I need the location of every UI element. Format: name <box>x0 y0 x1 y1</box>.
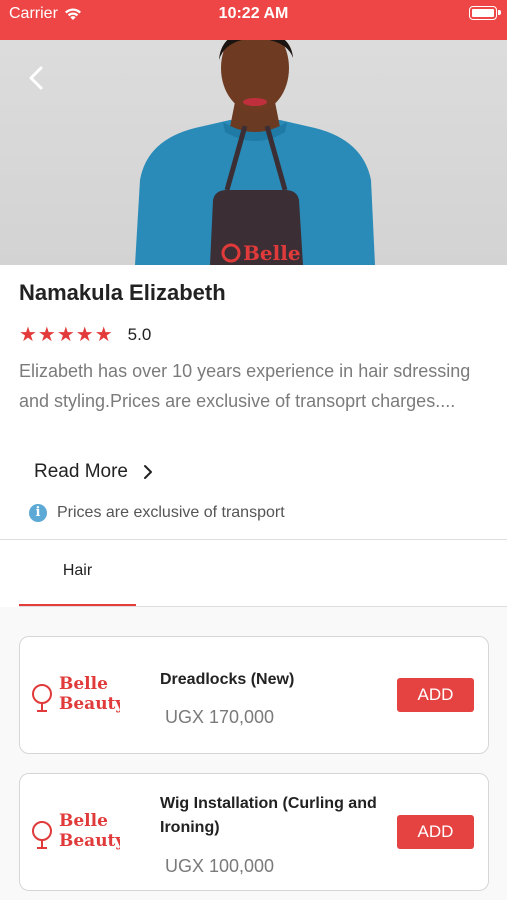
read-more-label: Read More <box>34 461 128 482</box>
stylist-name: Namakula Elizabeth <box>19 280 226 305</box>
stylist-portrait: Belle <box>135 40 375 265</box>
service-name: Dreadlocks (New) <box>160 671 295 688</box>
service-name: Wig Installation (Curling and Ironing) <box>160 795 377 836</box>
battery-icon <box>469 6 501 20</box>
rating-stars: ★★★★★ <box>19 324 114 346</box>
stylist-description: Elizabeth has over 10 years experience i… <box>19 361 471 411</box>
service-price: UGX 170,000 <box>165 707 275 727</box>
service-price: UGX 100,000 <box>165 856 275 876</box>
add-button[interactable]: ADD <box>397 678 474 712</box>
logo-text-line2: Beauty <box>59 694 120 714</box>
logo-text-line1: Belle <box>59 674 108 694</box>
apron-logo-text: Belle <box>243 241 301 265</box>
status-time: 10:22 AM <box>218 5 289 22</box>
back-button[interactable] <box>20 60 54 94</box>
notice-text: Prices are exclusive of transport <box>57 504 285 521</box>
add-button[interactable]: ADD <box>397 815 474 849</box>
rating: ★★★★★ 5.0 <box>19 322 151 347</box>
belle-beauty-logo: Belle Beauty <box>32 674 120 714</box>
service-card[interactable]: Belle Beauty Wig Installation (Curling a… <box>19 773 489 891</box>
logo-text-line2: Beauty <box>59 831 120 851</box>
status-bar: Carrier 10:22 AM <box>0 0 507 40</box>
tab-hair[interactable]: Hair <box>19 540 136 607</box>
read-more-button[interactable]: Read More <box>34 461 154 483</box>
info-icon: i <box>29 504 47 522</box>
rating-value: 5.0 <box>127 324 152 344</box>
logo-text-line1: Belle <box>59 811 108 831</box>
belle-beauty-logo: Belle Beauty <box>32 811 120 851</box>
transport-notice: i Prices are exclusive of transport <box>29 504 285 522</box>
chevron-right-icon <box>144 465 152 479</box>
tab-label: Hair <box>62 562 93 579</box>
service-card[interactable]: Belle Beauty Dreadlocks (New) UGX 170,00… <box>19 636 489 754</box>
stylist-photo: Belle <box>0 40 507 265</box>
chevron-left-icon <box>29 66 43 90</box>
